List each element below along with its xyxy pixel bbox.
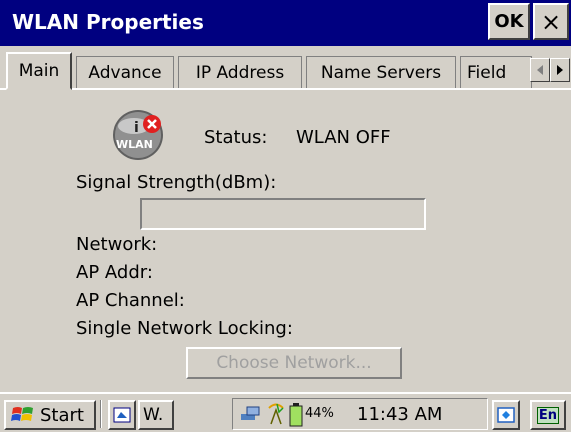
tab-name-servers[interactable]: Name Servers bbox=[306, 56, 456, 88]
svg-text:i: i bbox=[134, 120, 139, 136]
desktop-icon bbox=[113, 407, 131, 423]
tab-advance[interactable]: Advance bbox=[76, 56, 174, 88]
wlan-properties-task-button[interactable]: W. bbox=[138, 400, 174, 430]
status-label: Status: bbox=[204, 127, 268, 148]
show-desktop-icon bbox=[497, 407, 515, 423]
task-button-label: W. bbox=[143, 405, 164, 425]
clock[interactable]: 11:43 AM bbox=[357, 404, 442, 425]
windows-logo-icon bbox=[11, 407, 33, 421]
ap-channel-label: AP Channel: bbox=[76, 290, 185, 311]
ap-addr-label: AP Addr: bbox=[76, 262, 153, 283]
ok-button[interactable]: OK bbox=[488, 3, 530, 40]
battery-percent: 44% bbox=[305, 406, 334, 421]
system-tray: 44% 11:43 AM bbox=[232, 398, 488, 430]
title-bar: WLAN Properties OK × bbox=[0, 0, 571, 46]
taskbar: Start W. 44% 11:43 AM En bbox=[0, 392, 571, 432]
arrow-right-icon bbox=[557, 65, 563, 75]
single-network-locking-label: Single Network Locking: bbox=[76, 318, 293, 339]
wlan-off-icon: i WLAN bbox=[113, 110, 163, 160]
start-label: Start bbox=[40, 404, 84, 426]
tab-field[interactable]: Field bbox=[460, 56, 532, 88]
tab-ip-address[interactable]: IP Address bbox=[178, 56, 302, 88]
status-value: WLAN OFF bbox=[296, 127, 391, 148]
signal-strength-bar bbox=[140, 198, 426, 230]
choose-network-button[interactable]: Choose Network... bbox=[186, 347, 402, 379]
tab-scroll-left-button[interactable] bbox=[530, 58, 550, 82]
start-button[interactable]: Start bbox=[4, 400, 96, 430]
desktop-quicklaunch-button[interactable] bbox=[108, 400, 136, 430]
tab-main[interactable]: Main bbox=[6, 52, 72, 90]
close-button[interactable]: × bbox=[533, 3, 569, 40]
tab-scroll-right-button[interactable] bbox=[550, 58, 570, 82]
svg-text:WLAN: WLAN bbox=[116, 138, 153, 151]
window-title: WLAN Properties bbox=[12, 10, 204, 34]
arrow-left-icon bbox=[537, 65, 543, 75]
battery-icon[interactable] bbox=[289, 403, 303, 427]
wireless-signal-icon[interactable] bbox=[265, 402, 287, 426]
taskbar-separator bbox=[100, 400, 102, 428]
input-method-label: En bbox=[536, 406, 560, 424]
network-connection-icon[interactable] bbox=[239, 404, 263, 424]
signal-strength-label: Signal Strength(dBm): bbox=[76, 172, 277, 193]
network-label: Network: bbox=[76, 234, 158, 255]
tab-strip: Main Advance IP Address Name Servers Fie… bbox=[0, 50, 571, 90]
input-method-button[interactable]: En bbox=[530, 400, 566, 430]
desktop-show-button[interactable] bbox=[492, 400, 520, 430]
